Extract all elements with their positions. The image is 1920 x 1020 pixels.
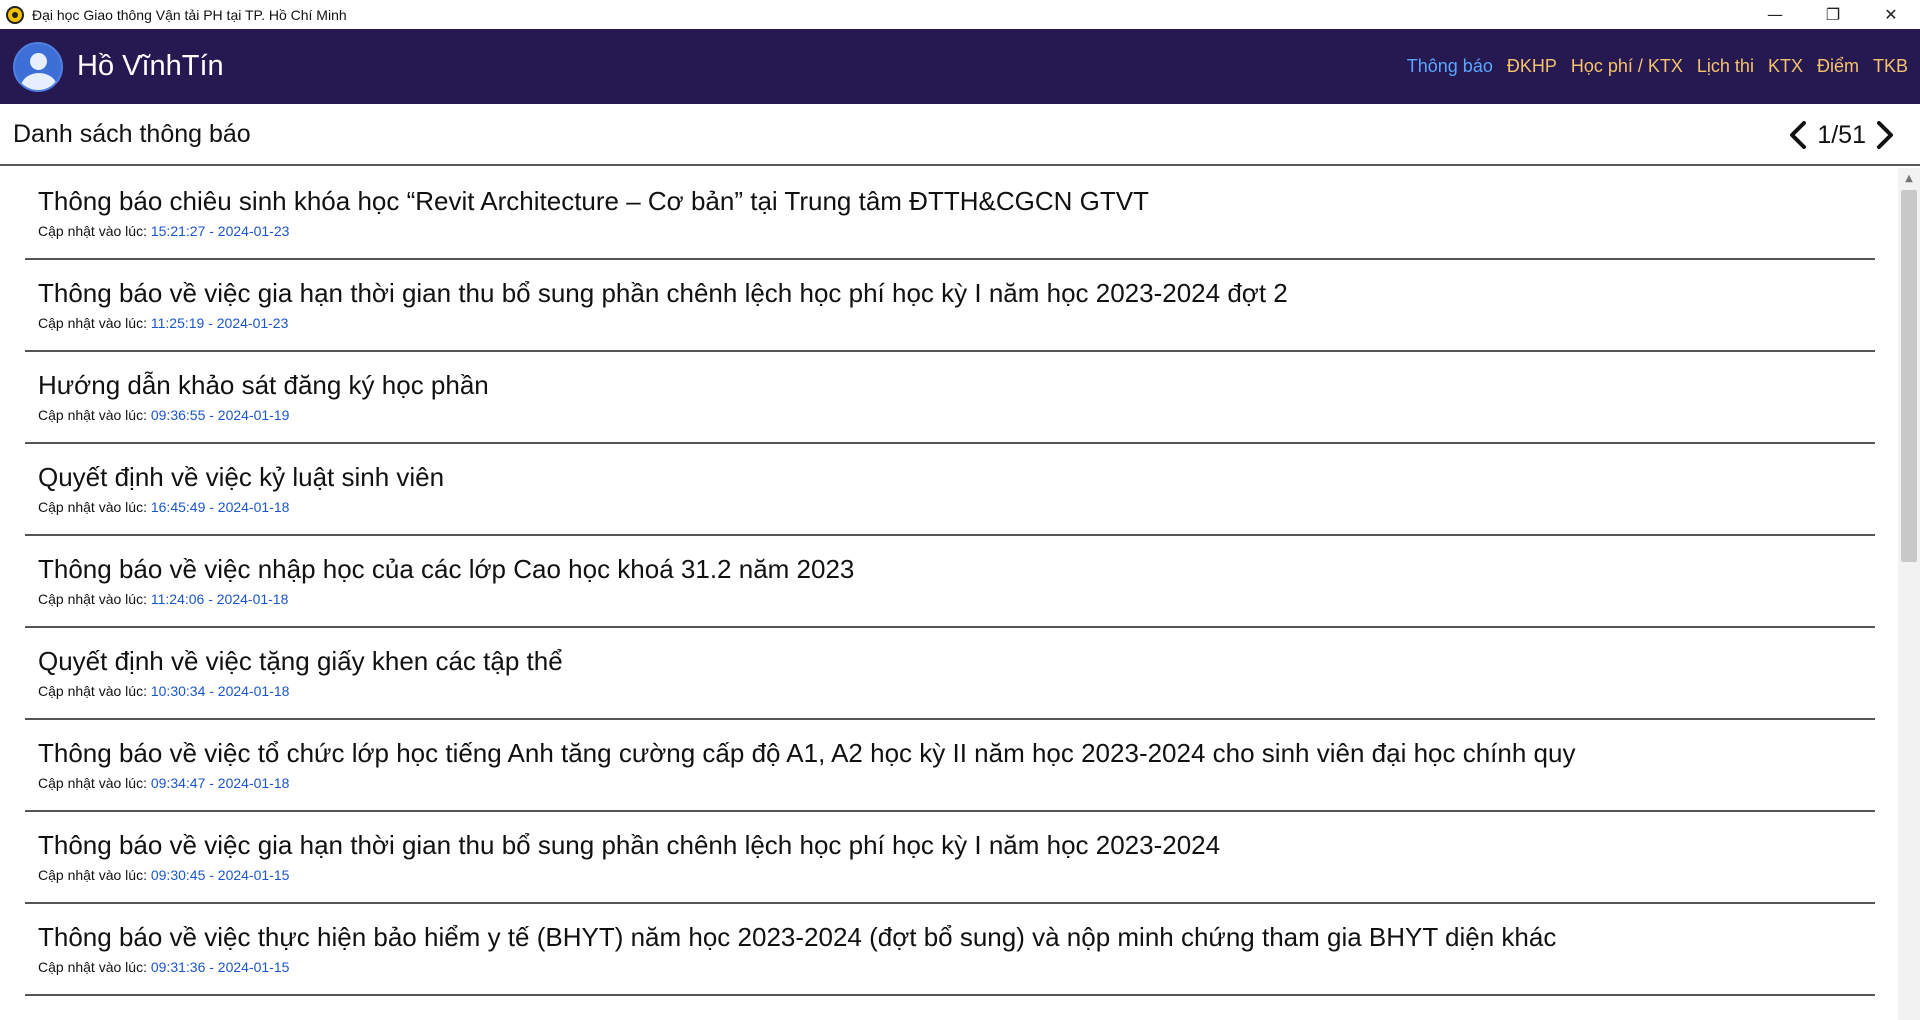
page-indicator: 1/51	[1817, 120, 1866, 149]
notice-title: Thông báo về việc thực hiện bảo hiểm y t…	[38, 922, 1557, 952]
nav-ktx[interactable]: KTX	[1768, 56, 1803, 77]
updated-label: Cập nhật vào lúc:	[38, 867, 147, 883]
notice-meta: Cập nhật vào lúc: 15:21:27 - 2024-01-23	[38, 223, 1875, 239]
notice-title: Quyết định về việc tặng giấy khen các tậ…	[38, 646, 563, 676]
updated-label: Cập nhật vào lúc:	[38, 959, 147, 975]
list-item[interactable]: Thông báo về việc nhập học của các lớp C…	[25, 536, 1875, 628]
notice-timestamp: 11:24:06 - 2024-01-18	[150, 591, 289, 607]
nav-dkhp[interactable]: ĐKHP	[1507, 56, 1557, 77]
chevron-right-icon[interactable]	[1872, 115, 1898, 155]
list-item[interactable]: Quyết định về việc tặng giấy khen các tậ…	[25, 628, 1875, 720]
restore-button[interactable]: ❐	[1804, 0, 1862, 29]
notice-meta: Cập nhật vào lúc: 11:24:06 - 2024-01-18	[38, 591, 1875, 607]
app-header: Hồ VĩnhTín Thông báo ĐKHP Học phí / KTX …	[0, 29, 1920, 104]
close-button[interactable]: ✕	[1862, 0, 1920, 29]
list-item[interactable]: Thông báo về việc gia hạn thời gian thu …	[25, 812, 1875, 904]
chevron-left-icon[interactable]	[1785, 115, 1811, 155]
notice-title: Thông báo về việc tổ chức lớp học tiếng …	[38, 738, 1576, 768]
notice-title: Thông báo chiêu sinh khóa học “Revit Arc…	[38, 186, 1149, 216]
notice-title: Thông báo về việc gia hạn thời gian thu …	[38, 278, 1288, 308]
university-logo-icon	[6, 5, 24, 24]
updated-label: Cập nhật vào lúc:	[38, 223, 147, 239]
vertical-scrollbar[interactable]: ▲	[1898, 168, 1920, 1020]
updated-label: Cập nhật vào lúc:	[38, 407, 147, 423]
updated-label: Cập nhật vào lúc:	[38, 683, 147, 699]
notice-title: Hướng dẫn khảo sát đăng ký học phần	[38, 370, 489, 400]
scroll-up-arrow-icon[interactable]: ▲	[1898, 168, 1920, 188]
minimize-button[interactable]: —	[1746, 0, 1804, 29]
notice-timestamp: 15:21:27 - 2024-01-23	[150, 223, 290, 239]
scroll-thumb[interactable]	[1901, 190, 1917, 562]
notice-timestamp: 09:36:55 - 2024-01-19	[150, 407, 290, 423]
notice-meta: Cập nhật vào lúc: 09:36:55 - 2024-01-19	[38, 407, 1875, 423]
notice-timestamp: 11:25:19 - 2024-01-23	[150, 315, 289, 331]
page-header: Danh sách thông báo 1/51	[0, 104, 1920, 166]
list-item[interactable]: Thông báo về việc gia hạn thời gian thu …	[25, 260, 1875, 352]
pager: 1/51	[1785, 104, 1898, 166]
user-name: Hồ VĩnhTín	[77, 50, 224, 82]
notice-meta: Cập nhật vào lúc: 11:25:19 - 2024-01-23	[38, 315, 1875, 331]
updated-label: Cập nhật vào lúc:	[38, 775, 147, 791]
user-avatar-icon[interactable]	[13, 41, 63, 92]
notice-title: Quyết định về việc kỷ luật sinh viên	[38, 462, 445, 492]
list-item[interactable]: Hướng dẫn khảo sát đăng ký học phần Cập …	[25, 352, 1875, 444]
page-title: Danh sách thông báo	[13, 119, 251, 148]
nav-tkb[interactable]: TKB	[1873, 56, 1908, 77]
main-nav: Thông báo ĐKHP Học phí / KTX Lịch thi KT…	[1407, 29, 1908, 104]
notice-timestamp: 16:45:49 - 2024-01-18	[150, 499, 290, 515]
nav-thong-bao[interactable]: Thông báo	[1407, 56, 1493, 77]
notice-timestamp: 09:34:47 - 2024-01-18	[150, 775, 290, 791]
notice-timestamp: 09:30:45 - 2024-01-15	[150, 867, 290, 883]
nav-lich-thi[interactable]: Lịch thi	[1697, 56, 1754, 77]
updated-label: Cập nhật vào lúc:	[38, 591, 147, 607]
notice-meta: Cập nhật vào lúc: 16:45:49 - 2024-01-18	[38, 499, 1875, 515]
notice-meta: Cập nhật vào lúc: 09:31:36 - 2024-01-15	[38, 959, 1875, 975]
nav-hoc-phi-ktx[interactable]: Học phí / KTX	[1571, 56, 1683, 77]
notice-meta: Cập nhật vào lúc: 09:34:47 - 2024-01-18	[38, 775, 1875, 791]
notice-meta: Cập nhật vào lúc: 09:30:45 - 2024-01-15	[38, 867, 1875, 883]
notice-meta: Cập nhật vào lúc: 10:30:34 - 2024-01-18	[38, 683, 1875, 699]
window-title: Đại học Giao thông Vận tải PH tại TP. Hồ…	[32, 6, 347, 23]
notice-list-container: Thông báo chiêu sinh khóa học “Revit Arc…	[0, 168, 1920, 1020]
window-titlebar: Đại học Giao thông Vận tải PH tại TP. Hồ…	[0, 0, 1920, 29]
list-item[interactable]: Quyết định về việc kỷ luật sinh viên Cập…	[25, 444, 1875, 536]
updated-label: Cập nhật vào lúc:	[38, 315, 147, 331]
notice-title: Thông báo về việc nhập học của các lớp C…	[38, 554, 855, 584]
nav-diem[interactable]: Điểm	[1817, 56, 1859, 77]
list-item[interactable]: Thông báo chiêu sinh khóa học “Revit Arc…	[25, 168, 1875, 260]
notice-list: Thông báo chiêu sinh khóa học “Revit Arc…	[25, 168, 1875, 996]
window-controls: — ❐ ✕	[1746, 0, 1920, 29]
list-item[interactable]: Thông báo về việc thực hiện bảo hiểm y t…	[25, 904, 1875, 996]
list-item[interactable]: Thông báo về việc tổ chức lớp học tiếng …	[25, 720, 1875, 812]
notice-title: Thông báo về việc gia hạn thời gian thu …	[38, 830, 1221, 860]
notice-timestamp: 10:30:34 - 2024-01-18	[150, 683, 290, 699]
updated-label: Cập nhật vào lúc:	[38, 499, 147, 515]
notice-timestamp: 09:31:36 - 2024-01-15	[150, 959, 290, 975]
